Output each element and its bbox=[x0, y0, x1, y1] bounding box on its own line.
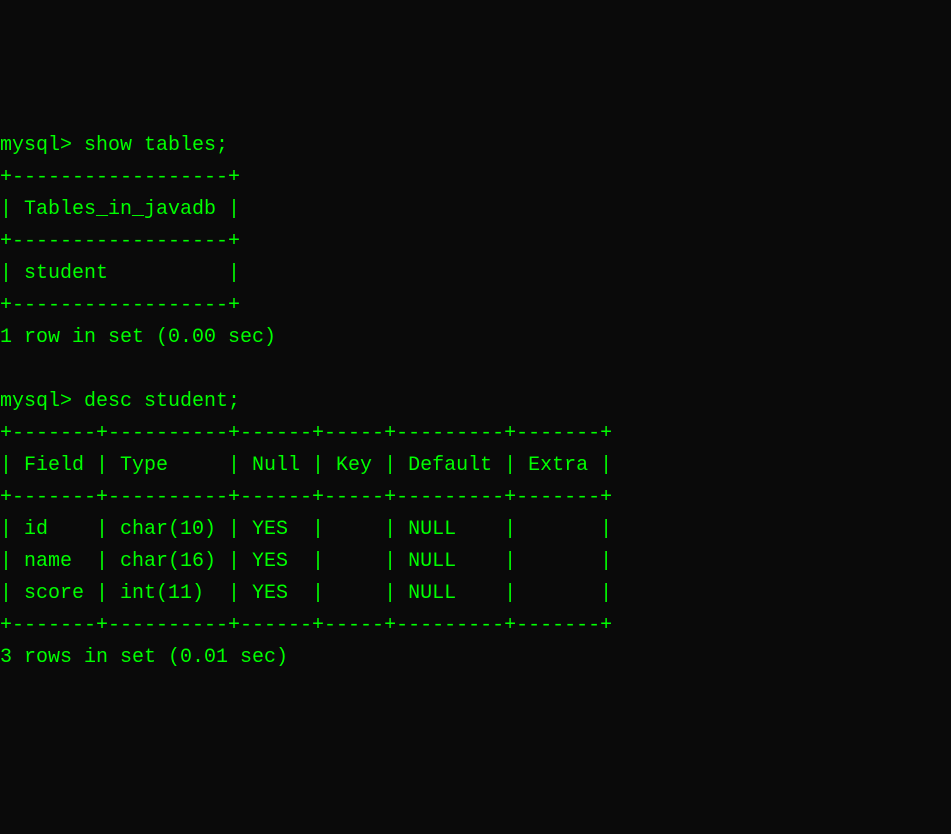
terminal-output: mysql> show tables; +------------------+… bbox=[0, 130, 951, 674]
command-text: desc student; bbox=[84, 390, 240, 413]
table-border: +-------+----------+------+-----+-------… bbox=[0, 422, 612, 445]
table-header-row: | Tables_in_javadb | bbox=[0, 198, 240, 221]
mysql-prompt: mysql> desc student; bbox=[0, 390, 240, 413]
command-text: show tables; bbox=[84, 134, 228, 157]
table-border: +------------------+ bbox=[0, 294, 240, 317]
result-text: 1 row in set (0.00 sec) bbox=[0, 326, 276, 349]
table-header-row: | Field | Type | Null | Key | Default | … bbox=[0, 454, 612, 477]
table-data-row: | score | int(11) | YES | | NULL | | bbox=[0, 582, 612, 605]
table-border: +------------------+ bbox=[0, 166, 240, 189]
table-data-row: | student | bbox=[0, 262, 240, 285]
result-text: 3 rows in set (0.01 sec) bbox=[0, 646, 288, 669]
table-border: +-------+----------+------+-----+-------… bbox=[0, 486, 612, 509]
table-data-row: | name | char(16) | YES | | NULL | | bbox=[0, 550, 612, 573]
mysql-prompt: mysql> show tables; bbox=[0, 134, 228, 157]
table-data-row: | id | char(10) | YES | | NULL | | bbox=[0, 518, 612, 541]
table-border: +-------+----------+------+-----+-------… bbox=[0, 614, 612, 637]
table-border: +------------------+ bbox=[0, 230, 240, 253]
